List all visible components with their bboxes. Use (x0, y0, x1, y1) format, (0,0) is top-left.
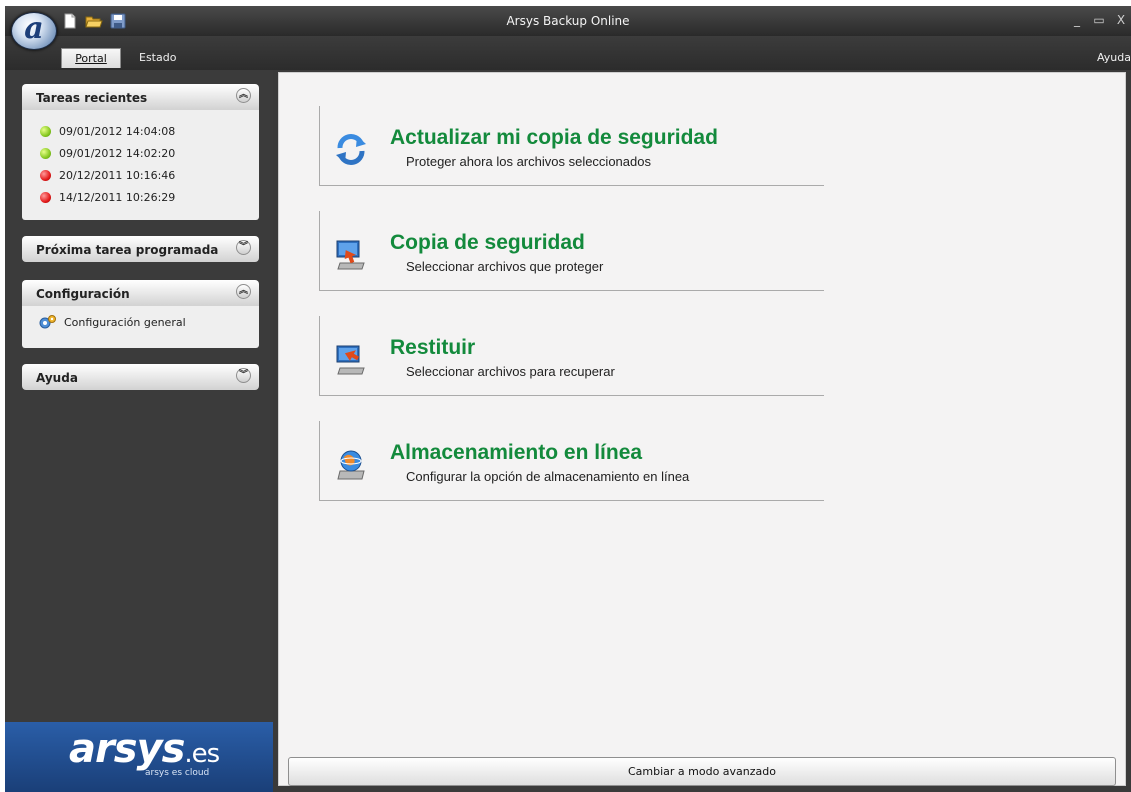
gears-icon (39, 315, 56, 329)
backup-description: Seleccionar archivos que proteger (406, 259, 604, 274)
title-bar: Arsys Backup Online _ ▭ X (5, 6, 1131, 36)
app-logo-letter: a (24, 11, 44, 46)
next-task-header[interactable]: Próxima tarea programada ︾ (22, 236, 259, 262)
restore-icon (336, 345, 365, 375)
portal-main: Actualizar mi copia de seguridad Protege… (278, 72, 1126, 786)
recent-task-item[interactable]: 14/12/2011 10:26:29 (22, 186, 259, 208)
collapse-icon[interactable]: ︽ (236, 88, 251, 103)
help-title: Ayuda (36, 371, 78, 385)
collapse-icon[interactable]: ︽ (236, 284, 251, 299)
tab-estado[interactable]: Estado (129, 48, 186, 68)
window-controls: _ ▭ X (1071, 13, 1131, 27)
brand-logo: arsys.es arsys es cloud (5, 722, 273, 792)
sidebar: Tareas recientes ︽ 09/01/2012 14:04:08 0… (5, 70, 273, 792)
recent-task-item[interactable]: 09/01/2012 14:02:20 (22, 142, 259, 164)
expand-icon[interactable]: ︾ (236, 240, 251, 255)
menu-bar: Portal Estado Ayuda (5, 36, 1131, 70)
configuration-header[interactable]: Configuración ︽ (22, 280, 259, 306)
update-backup-action[interactable]: Actualizar mi copia de seguridad Protege… (319, 106, 824, 186)
status-error-icon (40, 191, 51, 203)
advanced-mode-button[interactable]: Cambiar a modo avanzado (288, 757, 1116, 786)
next-task-title: Próxima tarea programada (36, 243, 219, 257)
recent-task-label: 09/01/2012 14:04:08 (59, 124, 176, 138)
status-ok-icon (40, 147, 51, 159)
online-storage-icon (337, 450, 365, 480)
restore-description: Seleccionar archivos para recuperar (406, 364, 615, 379)
close-button[interactable]: X (1115, 13, 1127, 27)
backup-title: Copia de seguridad (390, 231, 585, 254)
restore-action[interactable]: Restituir Seleccionar archivos para recu… (319, 316, 824, 396)
recent-task-label: 20/12/2011 10:16:46 (59, 168, 176, 182)
online-storage-title: Almacenamiento en línea (390, 441, 643, 464)
recent-tasks-list: 09/01/2012 14:04:08 09/01/2012 14:02:20 … (22, 110, 259, 220)
backup-icon (336, 240, 365, 270)
configuration-panel: Configuración ︽ Configuración general (22, 280, 259, 348)
recent-tasks-panel: Tareas recientes ︽ 09/01/2012 14:04:08 0… (22, 84, 259, 220)
help-header[interactable]: Ayuda ︾ (22, 364, 259, 390)
general-configuration-link[interactable]: Configuración general (22, 314, 259, 330)
recent-tasks-header[interactable]: Tareas recientes ︽ (22, 84, 259, 110)
brand-tagline: arsys es cloud (145, 768, 210, 778)
tab-portal[interactable]: Portal (61, 48, 121, 68)
status-error-icon (40, 169, 51, 181)
recent-task-label: 09/01/2012 14:02:20 (59, 146, 176, 160)
next-task-panel: Próxima tarea programada ︾ (22, 236, 259, 262)
restore-title: Restituir (390, 336, 476, 359)
backup-action[interactable]: Copia de seguridad Seleccionar archivos … (319, 211, 824, 291)
recent-task-item[interactable]: 20/12/2011 10:16:46 (22, 164, 259, 186)
refresh-icon (336, 134, 366, 165)
minimize-button[interactable]: _ (1071, 13, 1083, 27)
status-ok-icon (40, 125, 51, 137)
update-backup-description: Proteger ahora los archivos seleccionado… (406, 154, 651, 169)
online-storage-description: Configurar la opción de almacenamiento e… (406, 469, 690, 484)
window-title: Arsys Backup Online (506, 14, 630, 28)
configuration-list: Configuración general (22, 306, 259, 348)
app-logo-button[interactable]: a (11, 12, 57, 50)
help-panel: Ayuda ︾ (22, 364, 259, 390)
brand-name: arsys.es (69, 726, 220, 772)
expand-icon[interactable]: ︾ (236, 368, 251, 383)
recent-tasks-title: Tareas recientes (36, 91, 148, 105)
update-backup-title: Actualizar mi copia de seguridad (390, 126, 718, 149)
menu-help[interactable]: Ayuda (1097, 51, 1131, 64)
online-storage-action[interactable]: Almacenamiento en línea Configurar la op… (319, 421, 824, 501)
recent-task-label: 14/12/2011 10:26:29 (59, 190, 176, 204)
configuration-title: Configuración (36, 287, 130, 301)
general-configuration-label: Configuración general (64, 315, 186, 329)
recent-task-item[interactable]: 09/01/2012 14:04:08 (22, 120, 259, 142)
maximize-button[interactable]: ▭ (1093, 13, 1105, 27)
